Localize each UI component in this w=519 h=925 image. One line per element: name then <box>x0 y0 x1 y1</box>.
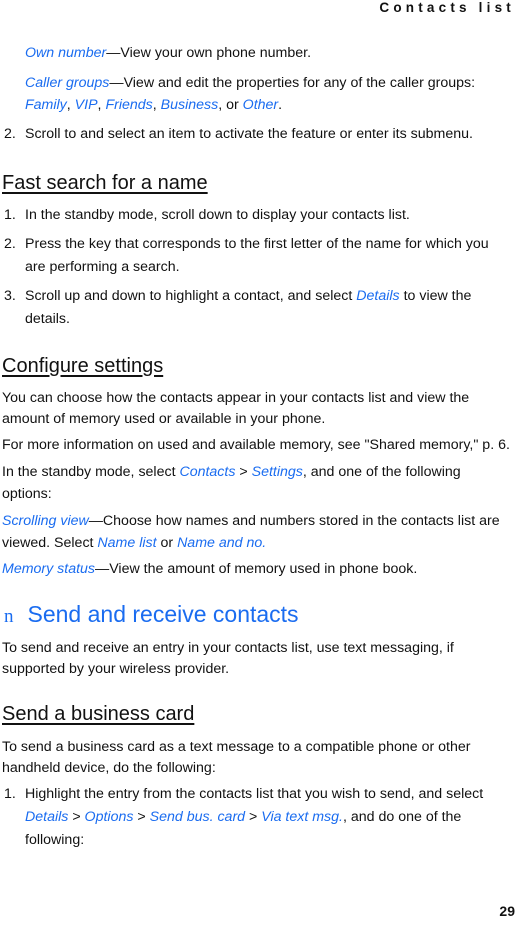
step-number: 1. <box>4 207 16 223</box>
period: . <box>278 97 283 113</box>
path-separator: > <box>68 809 85 825</box>
paragraph-line: options: <box>2 486 52 502</box>
section-title-text: Send and receive contacts <box>27 601 299 627</box>
name-list-term: Name list <box>97 535 157 551</box>
scrolling-view-desc: —Choose how names and numbers stored in … <box>88 513 500 529</box>
details-term: Details <box>25 809 69 825</box>
paragraph-line: You can choose how the contacts appear i… <box>2 390 470 406</box>
memory-status-term: Memory status <box>2 561 96 577</box>
caller-groups-desc: —View and edit the properties for any of… <box>109 75 476 91</box>
paragraph-line: supported by your wireless provider. <box>2 661 230 677</box>
separator: , <box>66 97 75 113</box>
step-text: In the standby mode, scroll down to disp… <box>25 207 410 223</box>
step-text: Scroll up and down to highlight a contac… <box>25 287 471 305</box>
name-and-no-term: Name and no. <box>177 535 267 551</box>
section-title-configure-settings: Configure settings <box>2 355 164 377</box>
step-number: 2. <box>4 236 16 252</box>
business-card-menu-path: Details > Options > Send bus. card > Via… <box>25 808 461 826</box>
own-number-term: Own number <box>25 45 107 61</box>
settings-path-line: In the standby mode, select Contacts > S… <box>2 463 461 481</box>
page-number: 29 <box>499 903 515 919</box>
paragraph-line: To send and receive an entry in your con… <box>2 640 454 656</box>
group-family: Family <box>25 97 67 113</box>
step-text-pre: Scroll up and down to highlight a contac… <box>25 288 357 304</box>
own-number-item: Own number—View your own phone number. <box>25 44 311 62</box>
text: , and do one of the <box>342 809 462 825</box>
step-number: 2. <box>4 126 16 142</box>
caller-groups-term: Caller groups <box>25 75 110 91</box>
memory-status-item: Memory status—View the amount of memory … <box>2 560 417 578</box>
details-term: Details <box>356 288 400 304</box>
step-number: 3. <box>4 288 16 304</box>
scrolling-view-term: Scrolling view <box>2 513 89 529</box>
running-header: Contacts list <box>379 0 515 15</box>
step-number: 1. <box>4 786 16 802</box>
step-text-continued: are performing a search. <box>25 259 180 275</box>
step-text-post: to view the <box>399 288 472 304</box>
text: , and one of the following <box>302 464 461 480</box>
path-separator: > <box>133 809 150 825</box>
text: or <box>156 535 178 551</box>
memory-status-desc: —View the amount of memory used in phone… <box>95 561 418 577</box>
via-text-msg-term: Via text msg. <box>261 809 343 825</box>
own-number-desc: —View your own phone number. <box>106 45 312 61</box>
text: In the standby mode, select <box>2 464 180 480</box>
step-text-continued: following: <box>25 832 85 848</box>
section-title-business-card: Send a business card <box>2 703 195 725</box>
scrolling-view-item: Scrolling view—Choose how names and numb… <box>2 512 500 530</box>
separator: , <box>152 97 161 113</box>
step-text: Highlight the entry from the contacts li… <box>25 786 484 802</box>
step-text: Press the key that corresponds to the fi… <box>25 236 489 252</box>
caller-groups-list: Family, VIP, Friends, Business, or Other… <box>25 96 282 114</box>
group-vip: VIP <box>74 97 98 113</box>
paragraph-line: handheld device, do the following: <box>2 760 216 776</box>
path-separator: > <box>235 464 252 480</box>
group-business: Business <box>160 97 219 113</box>
caller-groups-item: Caller groups—View and edit the properti… <box>25 74 475 92</box>
step-text-continued: details. <box>25 311 70 327</box>
bullet-icon: n <box>4 606 14 627</box>
text: viewed. Select <box>2 535 98 551</box>
step-text: Scroll to and select an item to activate… <box>25 126 473 142</box>
memory-reference: For more information on used and availab… <box>2 437 510 453</box>
paragraph-line: amount of memory used or available in yo… <box>2 411 326 427</box>
settings-term: Settings <box>251 464 303 480</box>
path-separator: > <box>245 809 262 825</box>
separator: , or <box>218 97 243 113</box>
options-term: Options <box>84 809 134 825</box>
section-title-send-receive: n Send and receive contacts <box>4 601 299 628</box>
send-bus-card-term: Send bus. card <box>149 809 246 825</box>
section-title-fast-search: Fast search for a name <box>2 172 208 194</box>
contacts-term: Contacts <box>179 464 236 480</box>
group-other: Other <box>242 97 279 113</box>
scrolling-view-options: viewed. Select Name list or Name and no. <box>2 534 266 552</box>
group-friends: Friends <box>105 97 153 113</box>
paragraph-line: To send a business card as a text messag… <box>2 739 471 755</box>
